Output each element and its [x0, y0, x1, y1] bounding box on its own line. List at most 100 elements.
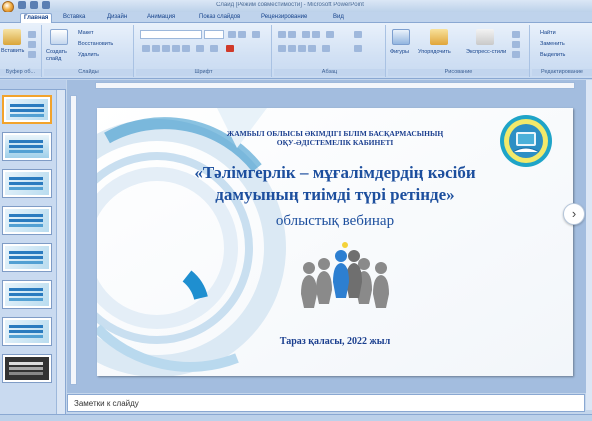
title-bar: Слайд [Режим совместимости] - Microsoft … [0, 0, 592, 13]
line-spacing-icon[interactable] [326, 31, 334, 38]
font-color-icon[interactable] [226, 45, 234, 52]
emblem-logo-icon [500, 115, 552, 167]
quick-styles-icon[interactable] [476, 29, 494, 45]
tab-view[interactable]: Вид [330, 13, 347, 23]
justify-icon[interactable] [308, 45, 316, 52]
align-left-icon[interactable] [278, 45, 286, 52]
slide-thumbnail-3[interactable] [2, 169, 52, 198]
slide-thumbnail-4[interactable] [2, 206, 52, 235]
text-direction-icon[interactable] [354, 31, 362, 38]
slide-thumbnail-pane [0, 80, 66, 415]
redo-icon[interactable] [42, 1, 50, 9]
font-label: Шрифт [136, 69, 271, 76]
chevron-right-icon: › [571, 206, 577, 221]
tab-animation[interactable]: Анимация [144, 13, 178, 23]
underline-icon[interactable] [162, 45, 170, 52]
change-case-icon[interactable] [210, 45, 218, 52]
copy-icon[interactable] [28, 41, 36, 48]
arrange-button[interactable]: Упорядочить [418, 49, 451, 55]
columns-icon[interactable] [322, 45, 330, 52]
slides-group: Создать слайд Макет Восстановить Удалить… [44, 25, 134, 77]
align-center-icon[interactable] [288, 45, 296, 52]
clipboard-label: Буфер об... [0, 69, 41, 76]
paste-button[interactable]: Вставить [1, 48, 24, 54]
slide-subtitle: облыстық вебинар [275, 213, 395, 229]
tab-review[interactable]: Рецензирование [258, 13, 310, 23]
current-slide[interactable]: ЖАМБЫЛ ОБЛЫСЫ ӘКІМДІГІ БІЛІМ БАСҚАРМАСЫН… [97, 108, 573, 376]
shapes-button[interactable]: Фигуры [390, 49, 409, 55]
layout-button[interactable]: Макет [78, 30, 94, 36]
clipboard-group: Вставить Буфер об... [0, 25, 42, 77]
quick-styles-button[interactable]: Экспресс-стили [466, 49, 506, 55]
drawing-group: Фигуры Упорядочить Экспресс-стили Рисова… [388, 25, 530, 77]
bullets-icon[interactable] [278, 31, 286, 38]
paste-icon[interactable] [3, 29, 21, 45]
shrink-font-icon[interactable] [238, 31, 246, 38]
shape-outline-icon[interactable] [512, 41, 520, 48]
align-text-icon[interactable] [354, 45, 362, 52]
thumbnail-scrollbar[interactable] [56, 90, 65, 415]
header-line-2: ОҚУ-ӘДІСТЕМЕЛІК КАБИНЕТІ [276, 138, 394, 147]
tab-insert[interactable]: Вставка [60, 13, 88, 23]
vertical-scrollbar[interactable] [586, 80, 592, 410]
align-right-icon[interactable] [298, 45, 306, 52]
horizontal-ruler [95, 82, 575, 89]
tab-slideshow[interactable]: Показ слайдов [196, 13, 243, 23]
strikethrough-icon[interactable] [172, 45, 180, 52]
paragraph-label: Абзац [274, 69, 385, 76]
increase-indent-icon[interactable] [312, 31, 320, 38]
shape-fill-icon[interactable] [512, 31, 520, 38]
slide-thumbnail-1[interactable] [2, 95, 52, 124]
slide-footer: Тараз қаласы, 2022 жыл [279, 336, 391, 347]
vertical-ruler [70, 95, 77, 385]
notes-placeholder: Заметки к слайду [74, 399, 139, 408]
tab-home[interactable]: Главная [20, 13, 53, 23]
italic-icon[interactable] [152, 45, 160, 52]
font-name-field[interactable] [140, 30, 202, 39]
new-slide-button[interactable]: Создать слайд [46, 49, 72, 63]
quick-access-toolbar [18, 1, 50, 9]
ribbon-tabs: Главная Вставка Дизайн Анимация Показ сл… [0, 12, 592, 23]
save-icon[interactable] [18, 1, 26, 9]
team-people-icon [301, 242, 389, 308]
paragraph-group: Абзац [274, 25, 386, 77]
ribbon: Вставить Буфер об... Создать слайд Макет… [0, 23, 592, 79]
slide-thumbnail-8[interactable] [2, 354, 52, 383]
slide-title: «Тәлімгерлік – мұғалімдердің кәсіби даму… [194, 163, 476, 204]
numbering-icon[interactable] [288, 31, 296, 38]
slide-thumbnail-2[interactable] [2, 132, 52, 161]
slide-thumbnail-5[interactable] [2, 243, 52, 272]
grow-font-icon[interactable] [228, 31, 236, 38]
clear-format-icon[interactable] [252, 31, 260, 38]
decrease-indent-icon[interactable] [302, 31, 310, 38]
font-size-field[interactable] [204, 30, 224, 39]
slide-thumbnail-7[interactable] [2, 317, 52, 346]
shadow-icon[interactable] [182, 45, 190, 52]
slide-header: ЖАМБЫЛ ОБЛЫСЫ ӘКІМДІГІ БІЛІМ БАСҚАРМАСЫН… [197, 129, 473, 147]
undo-icon[interactable] [30, 1, 38, 9]
find-button[interactable]: Найти [540, 30, 556, 36]
char-spacing-icon[interactable] [196, 45, 204, 52]
reset-button[interactable]: Восстановить [78, 41, 113, 47]
slides-label: Слайды [44, 69, 133, 76]
next-slide-button[interactable]: › [563, 203, 585, 225]
status-bar [0, 414, 592, 421]
arrange-icon[interactable] [430, 29, 448, 45]
notes-pane[interactable]: Заметки к слайду [67, 394, 585, 412]
drawing-label: Рисование [388, 69, 529, 76]
replace-button[interactable]: Заменить [540, 41, 565, 47]
shapes-icon[interactable] [392, 29, 410, 45]
window-title: Слайд [Режим совместимости] - Microsoft … [216, 2, 364, 8]
new-slide-icon[interactable] [50, 29, 68, 45]
delete-slide-button[interactable]: Удалить [78, 52, 99, 58]
cut-icon[interactable] [28, 31, 36, 38]
editing-group: Найти Заменить Выделить Редактирование [532, 25, 592, 77]
tab-design[interactable]: Дизайн [104, 13, 130, 23]
pane-tabs[interactable] [0, 80, 66, 90]
bold-icon[interactable] [142, 45, 150, 52]
slide-thumbnail-6[interactable] [2, 280, 52, 309]
select-button[interactable]: Выделить [540, 52, 565, 58]
format-painter-icon[interactable] [28, 51, 36, 58]
font-group: Шрифт [136, 25, 272, 77]
shape-effects-icon[interactable] [512, 51, 520, 58]
